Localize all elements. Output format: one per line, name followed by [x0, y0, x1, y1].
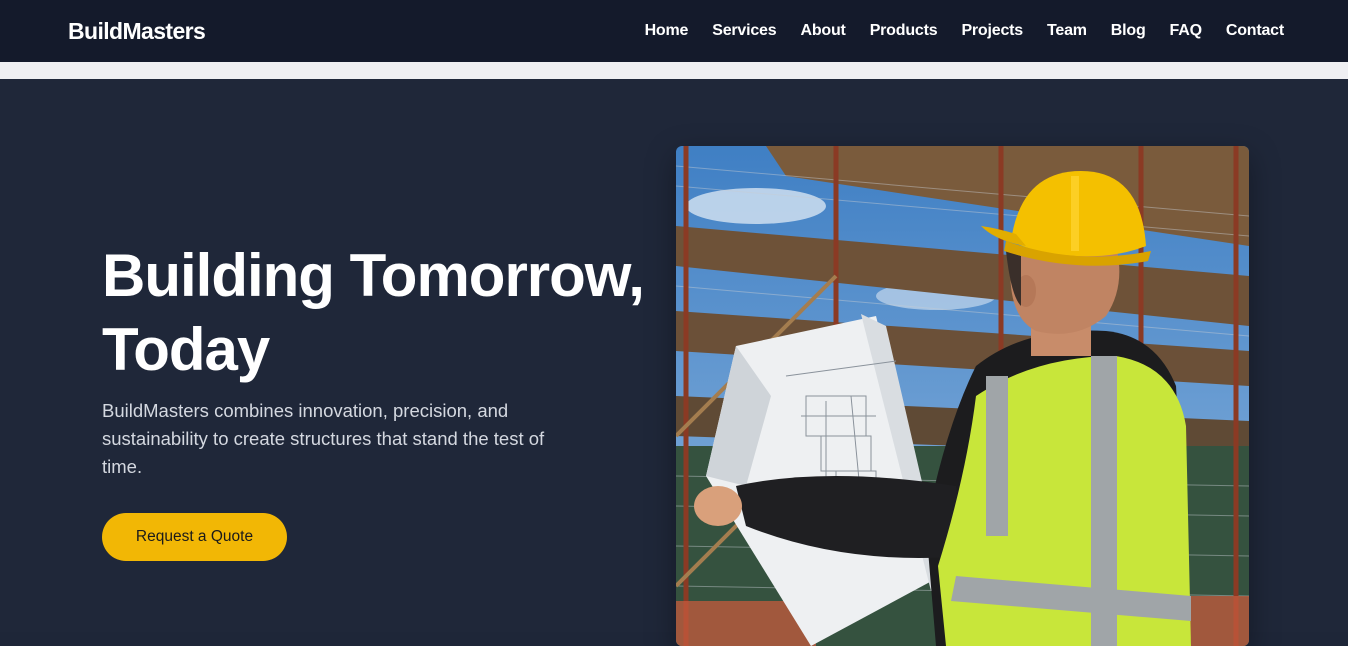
nav-about[interactable]: About	[800, 22, 845, 40]
hero-section: Building Tomorrow, Today BuildMasters co…	[0, 79, 1348, 646]
hero-image	[676, 146, 1249, 646]
hero-subtext: BuildMasters combines innovation, precis…	[102, 400, 545, 477]
nav-services[interactable]: Services	[712, 22, 776, 40]
nav-products[interactable]: Products	[870, 22, 938, 40]
nav-faq[interactable]: FAQ	[1170, 22, 1202, 40]
hero-headline: Building Tomorrow, Today	[102, 239, 702, 387]
nav-blog[interactable]: Blog	[1111, 22, 1146, 40]
nav-team[interactable]: Team	[1047, 22, 1087, 40]
request-quote-button[interactable]: Request a Quote	[102, 513, 287, 561]
nav-projects[interactable]: Projects	[961, 22, 1023, 40]
main-nav: Home Services About Products Projects Te…	[621, 22, 1285, 40]
brand-logo[interactable]: BuildMasters	[68, 18, 206, 45]
hero-headline-line2: Today	[102, 316, 270, 383]
nav-home[interactable]: Home	[645, 22, 689, 40]
site-header: BuildMasters Home Services About Product…	[0, 0, 1348, 62]
nav-contact[interactable]: Contact	[1226, 22, 1284, 40]
hero-headline-line1: Building Tomorrow,	[102, 242, 645, 309]
construction-worker-photo-icon	[676, 146, 1249, 646]
header-divider-strip	[0, 62, 1348, 79]
